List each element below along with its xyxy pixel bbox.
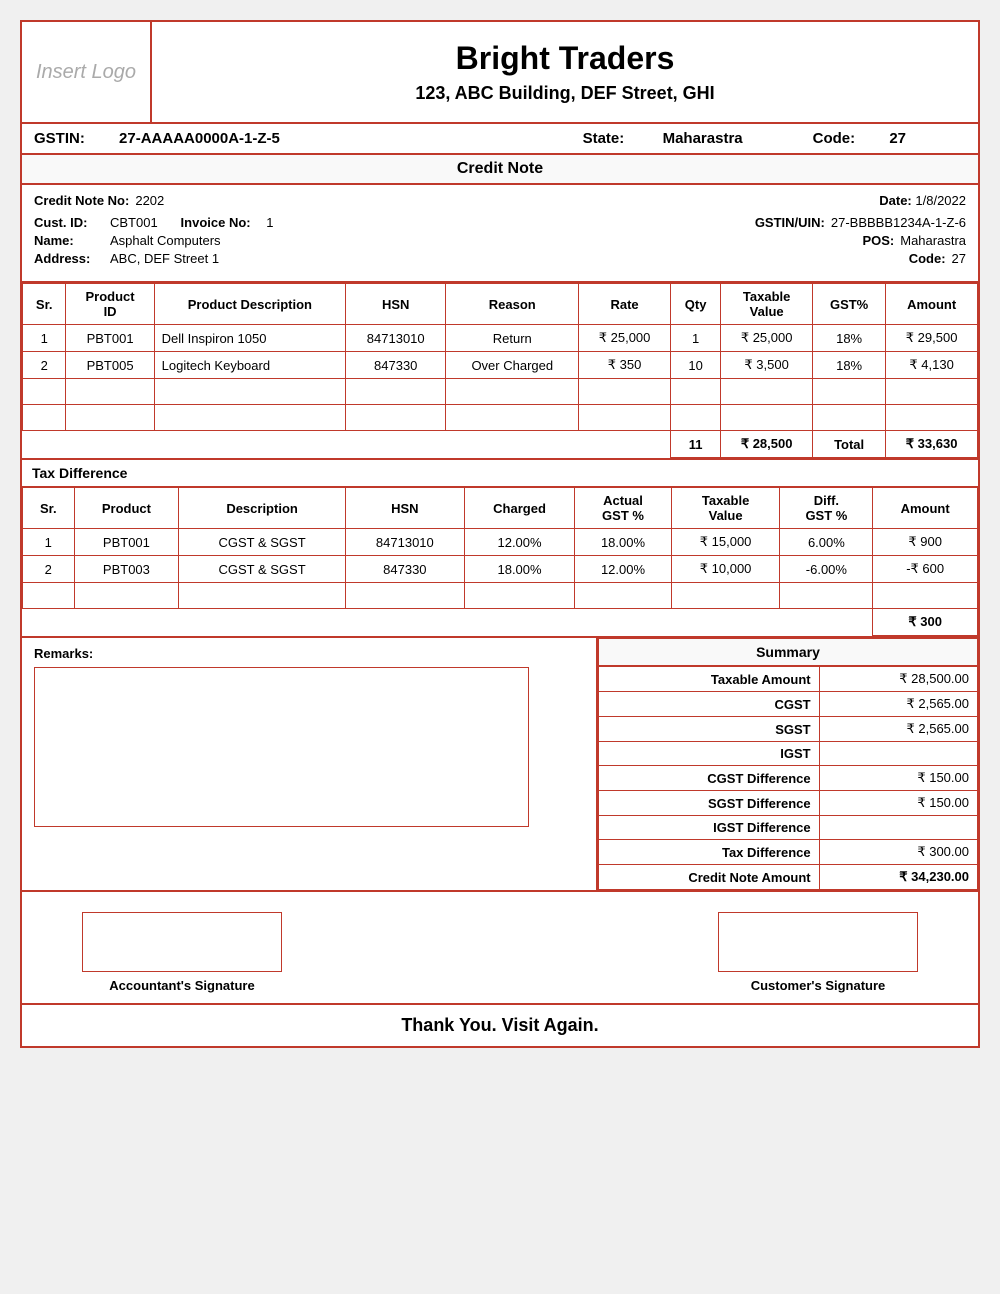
invoice-page: Insert Logo Bright Traders 123, ABC Buil… [20, 20, 980, 1048]
footer-text: Thank You. Visit Again. [401, 1015, 598, 1035]
summary-row: IGST [599, 742, 978, 766]
table-row: 2 PBT005 Logitech Keyboard 847330 Over C… [23, 352, 978, 379]
items-total-row: 11 ₹ 28,500 Total ₹ 33,630 [23, 431, 978, 458]
gstin-row: GSTIN: 27-AAAAA0000A-1-Z-5 State: Mahara… [22, 124, 978, 155]
info-row-1: Credit Note No: 2202 Date: 1/8/2022 [34, 193, 966, 211]
remarks-section: Remarks: [22, 638, 598, 890]
table-row-empty [23, 405, 978, 431]
td-col-sr: Sr. [23, 488, 75, 529]
summary-row-total: Credit Note Amount ₹ 34,230.00 [599, 865, 978, 890]
footer: Thank You. Visit Again. [22, 1003, 978, 1046]
accountant-sig-label: Accountant's Signature [82, 978, 282, 993]
col-product-id: ProductID [66, 284, 154, 325]
info-row-2: Cust. ID: CBT001 Invoice No: 1 Name: Asp… [34, 215, 966, 269]
summary-row: Tax Difference ₹ 300.00 [599, 840, 978, 865]
customer-sig-label: Customer's Signature [718, 978, 918, 993]
logo-section: Insert Logo [22, 22, 152, 122]
info-section: Credit Note No: 2202 Date: 1/8/2022 Cust… [22, 185, 978, 283]
col-description: Product Description [154, 284, 345, 325]
td-col-charged: Charged [464, 488, 575, 529]
doc-title: Credit Note [22, 155, 978, 185]
col-gst-pct: GST% [812, 284, 885, 325]
company-name: Bright Traders [456, 40, 675, 77]
summary-section: Remarks: Summary Taxable Amount ₹ 28,500… [22, 636, 978, 890]
remarks-box[interactable] [34, 667, 529, 827]
table-row-empty [23, 379, 978, 405]
summary-row: CGST ₹ 2,565.00 [599, 692, 978, 717]
summary-title: Summary [598, 638, 978, 666]
td-col-taxable-value: TaxableValue [671, 488, 780, 529]
code-info: Code: 27 [813, 130, 936, 147]
col-reason: Reason [446, 284, 579, 325]
gstin-label: GSTIN: 27-AAAAA0000A-1-Z-5 [34, 130, 310, 147]
col-sr: Sr. [23, 284, 66, 325]
table-row: 1 PBT001 Dell Inspiron 1050 84713010 Ret… [23, 325, 978, 352]
table-row-empty [23, 583, 978, 609]
state-info: State: Maharastra [583, 130, 773, 147]
tax-diff-total-row: ₹ 300 [23, 609, 978, 636]
signature-section: Accountant's Signature Customer's Signat… [22, 890, 978, 1003]
col-amount: Amount [886, 284, 978, 325]
col-hsn: HSN [346, 284, 446, 325]
items-table: Sr. ProductID Product Description HSN Re… [22, 283, 978, 458]
tax-diff-header-row: Sr. Product Description HSN Charged Actu… [23, 488, 978, 529]
items-header-row: Sr. ProductID Product Description HSN Re… [23, 284, 978, 325]
td-col-description: Description [179, 488, 346, 529]
table-row: 1 PBT001 CGST & SGST 84713010 12.00% 18.… [23, 529, 978, 556]
td-col-hsn: HSN [345, 488, 464, 529]
col-qty: Qty [670, 284, 720, 325]
accountant-signature-block: Accountant's Signature [82, 912, 282, 993]
company-address: 123, ABC Building, DEF Street, GHI [415, 83, 714, 104]
tax-diff-table: Sr. Product Description HSN Charged Actu… [22, 487, 978, 636]
td-col-actual-gst: ActualGST % [575, 488, 671, 529]
remarks-label: Remarks: [34, 646, 584, 661]
td-col-amount: Amount [873, 488, 978, 529]
header: Insert Logo Bright Traders 123, ABC Buil… [22, 22, 978, 124]
td-col-product: Product [74, 488, 179, 529]
accountant-sig-box [82, 912, 282, 972]
summary-row: SGST ₹ 2,565.00 [599, 717, 978, 742]
tax-diff-title: Tax Difference [22, 458, 978, 487]
table-row: 2 PBT003 CGST & SGST 847330 18.00% 12.00… [23, 556, 978, 583]
summary-row: CGST Difference ₹ 150.00 [599, 766, 978, 791]
summary-table: Taxable Amount ₹ 28,500.00 CGST ₹ 2,565.… [598, 666, 978, 890]
summary-row: Taxable Amount ₹ 28,500.00 [599, 667, 978, 692]
col-rate: Rate [579, 284, 671, 325]
company-section: Bright Traders 123, ABC Building, DEF St… [152, 22, 978, 122]
logo-placeholder: Insert Logo [36, 59, 136, 85]
summary-table-section: Summary Taxable Amount ₹ 28,500.00 CGST … [598, 638, 978, 890]
summary-row: IGST Difference [599, 816, 978, 840]
td-col-diff-gst: Diff.GST % [780, 488, 873, 529]
customer-sig-box [718, 912, 918, 972]
summary-row: SGST Difference ₹ 150.00 [599, 791, 978, 816]
col-taxable-value: TaxableValue [721, 284, 813, 325]
customer-signature-block: Customer's Signature [718, 912, 918, 993]
